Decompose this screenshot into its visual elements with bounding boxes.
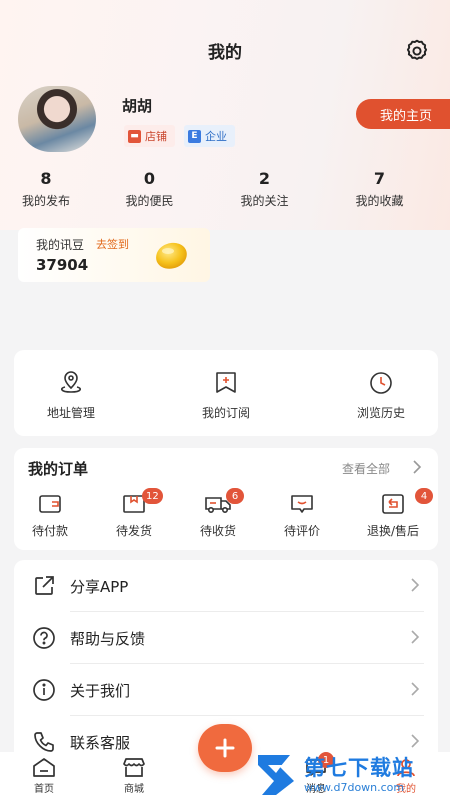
menu-help-feedback-label: 帮助与反馈 <box>70 630 146 648</box>
store-icon <box>123 758 145 777</box>
company-tag[interactable]: E 企业 <box>184 125 235 147</box>
phone-icon <box>34 732 54 752</box>
location-pin-icon <box>61 371 81 393</box>
tool-address-label: 地址管理 <box>46 406 95 420</box>
chevron-right-icon <box>411 630 420 644</box>
stat-following-value: 2 <box>258 169 271 188</box>
order-pending-payment-label: 待付款 <box>31 524 68 538</box>
chevron-right-icon[interactable] <box>412 459 422 475</box>
company-tag-label: 企业 <box>205 130 227 143</box>
bean-icon <box>156 242 187 269</box>
shop-icon: ▬ <box>128 129 141 143</box>
stat-convenience-label: 我的便民 <box>125 194 174 208</box>
stat-favorites-value: 7 <box>373 169 386 188</box>
order-pending-shipment-label: 待发货 <box>115 524 152 538</box>
tab-store-label: 商城 <box>124 784 144 795</box>
beans-value: 37904 <box>36 256 89 274</box>
my-homepage-button[interactable]: 我的主页 <box>356 99 450 129</box>
page-title: 我的 <box>208 43 242 63</box>
order-pending-shipment[interactable]: 12 待发货 <box>98 488 170 539</box>
order-pending-receipt-label: 待收货 <box>199 524 236 538</box>
stat-convenience-value: 0 <box>143 169 156 188</box>
subscribe-flag-icon <box>216 372 236 393</box>
menu-about-us-label: 关于我们 <box>70 682 131 700</box>
stat-favorites[interactable]: 7 我的收藏 <box>322 168 437 209</box>
order-pending-receipt[interactable]: 6 待收货 <box>182 488 254 539</box>
order-returns-label: 退换/售后 <box>366 524 420 538</box>
stat-following-label: 我的关注 <box>240 194 289 208</box>
menu-about-us[interactable]: 关于我们 <box>14 664 438 716</box>
beans-card[interactable]: 我的讯豆 去签到 37904 <box>18 228 210 282</box>
order-returns[interactable]: 4 退换/售后 <box>357 488 433 539</box>
company-icon: E <box>188 129 201 143</box>
order-pending-review-label: 待评价 <box>283 524 320 538</box>
tab-home[interactable]: 首页 <box>14 756 74 795</box>
stats-row: 8 我的发布 0 我的便民 2 我的关注 7 我的收藏 <box>0 168 450 209</box>
order-pending-payment[interactable]: 待付款 <box>14 492 86 539</box>
stat-favorites-label: 我的收藏 <box>355 194 404 208</box>
menu-contact-service-label: 联系客服 <box>70 734 131 752</box>
view-all-orders-link[interactable]: 查看全部 <box>342 460 390 477</box>
watermark-url: www.d7down.com <box>304 780 405 794</box>
stat-posts[interactable]: 8 我的发布 <box>0 168 92 209</box>
shop-tag-label: 店铺 <box>145 130 167 143</box>
wallet-icon <box>39 495 61 513</box>
share-icon <box>35 576 54 595</box>
menu-help-feedback[interactable]: 帮助与反馈 <box>14 612 438 664</box>
tab-store[interactable]: 商城 <box>104 756 164 795</box>
clock-icon <box>370 372 392 394</box>
comment-icon <box>291 495 313 513</box>
pending-receipt-badge: 6 <box>226 488 244 504</box>
orders-card: 我的订单 查看全部 待付款 12 待发货 6 待收货 待评价 4 退换/售后 <box>14 448 438 550</box>
tool-subscribe-label: 我的订阅 <box>201 406 250 420</box>
watermark-logo <box>258 755 294 795</box>
tool-address[interactable]: 地址管理 <box>16 370 126 421</box>
plus-icon <box>215 738 235 758</box>
pending-shipment-badge: 12 <box>142 488 163 504</box>
order-pending-review[interactable]: 待评价 <box>266 492 338 539</box>
shop-tag[interactable]: ▬ 店铺 <box>124 125 175 147</box>
menu-share-app[interactable]: 分享APP <box>14 560 438 612</box>
publish-fab-button[interactable] <box>198 724 252 772</box>
returns-badge: 4 <box>415 488 433 504</box>
home-icon <box>33 758 55 777</box>
settings-gear-icon[interactable] <box>404 38 430 64</box>
stat-convenience[interactable]: 0 我的便民 <box>92 168 207 209</box>
help-icon <box>33 627 55 649</box>
chevron-right-icon <box>411 682 420 696</box>
orders-title: 我的订单 <box>28 460 89 478</box>
watermark-title: 第七下载站 <box>304 755 414 780</box>
beans-label: 我的讯豆 <box>36 238 85 252</box>
stat-following[interactable]: 2 我的关注 <box>207 168 322 209</box>
return-icon <box>382 494 404 514</box>
info-icon <box>33 679 55 701</box>
chevron-right-icon <box>411 578 420 592</box>
menu-share-app-label: 分享APP <box>70 578 129 596</box>
tool-history-label: 浏览历史 <box>356 406 405 420</box>
tab-home-label: 首页 <box>34 784 54 795</box>
site-watermark: 第七下载站 www.d7down.com <box>254 748 450 800</box>
sign-in-link[interactable]: 去签到 <box>96 236 129 252</box>
chevron-right-icon <box>411 734 420 748</box>
user-name: 胡胡 <box>122 97 153 115</box>
stat-posts-label: 我的发布 <box>21 194 70 208</box>
tool-history[interactable]: 浏览历史 <box>326 370 436 421</box>
avatar[interactable] <box>18 86 96 152</box>
tools-card: 地址管理 我的订阅 浏览历史 <box>14 350 438 436</box>
tool-subscribe[interactable]: 我的订阅 <box>171 370 281 421</box>
stat-posts-value: 8 <box>40 169 52 188</box>
